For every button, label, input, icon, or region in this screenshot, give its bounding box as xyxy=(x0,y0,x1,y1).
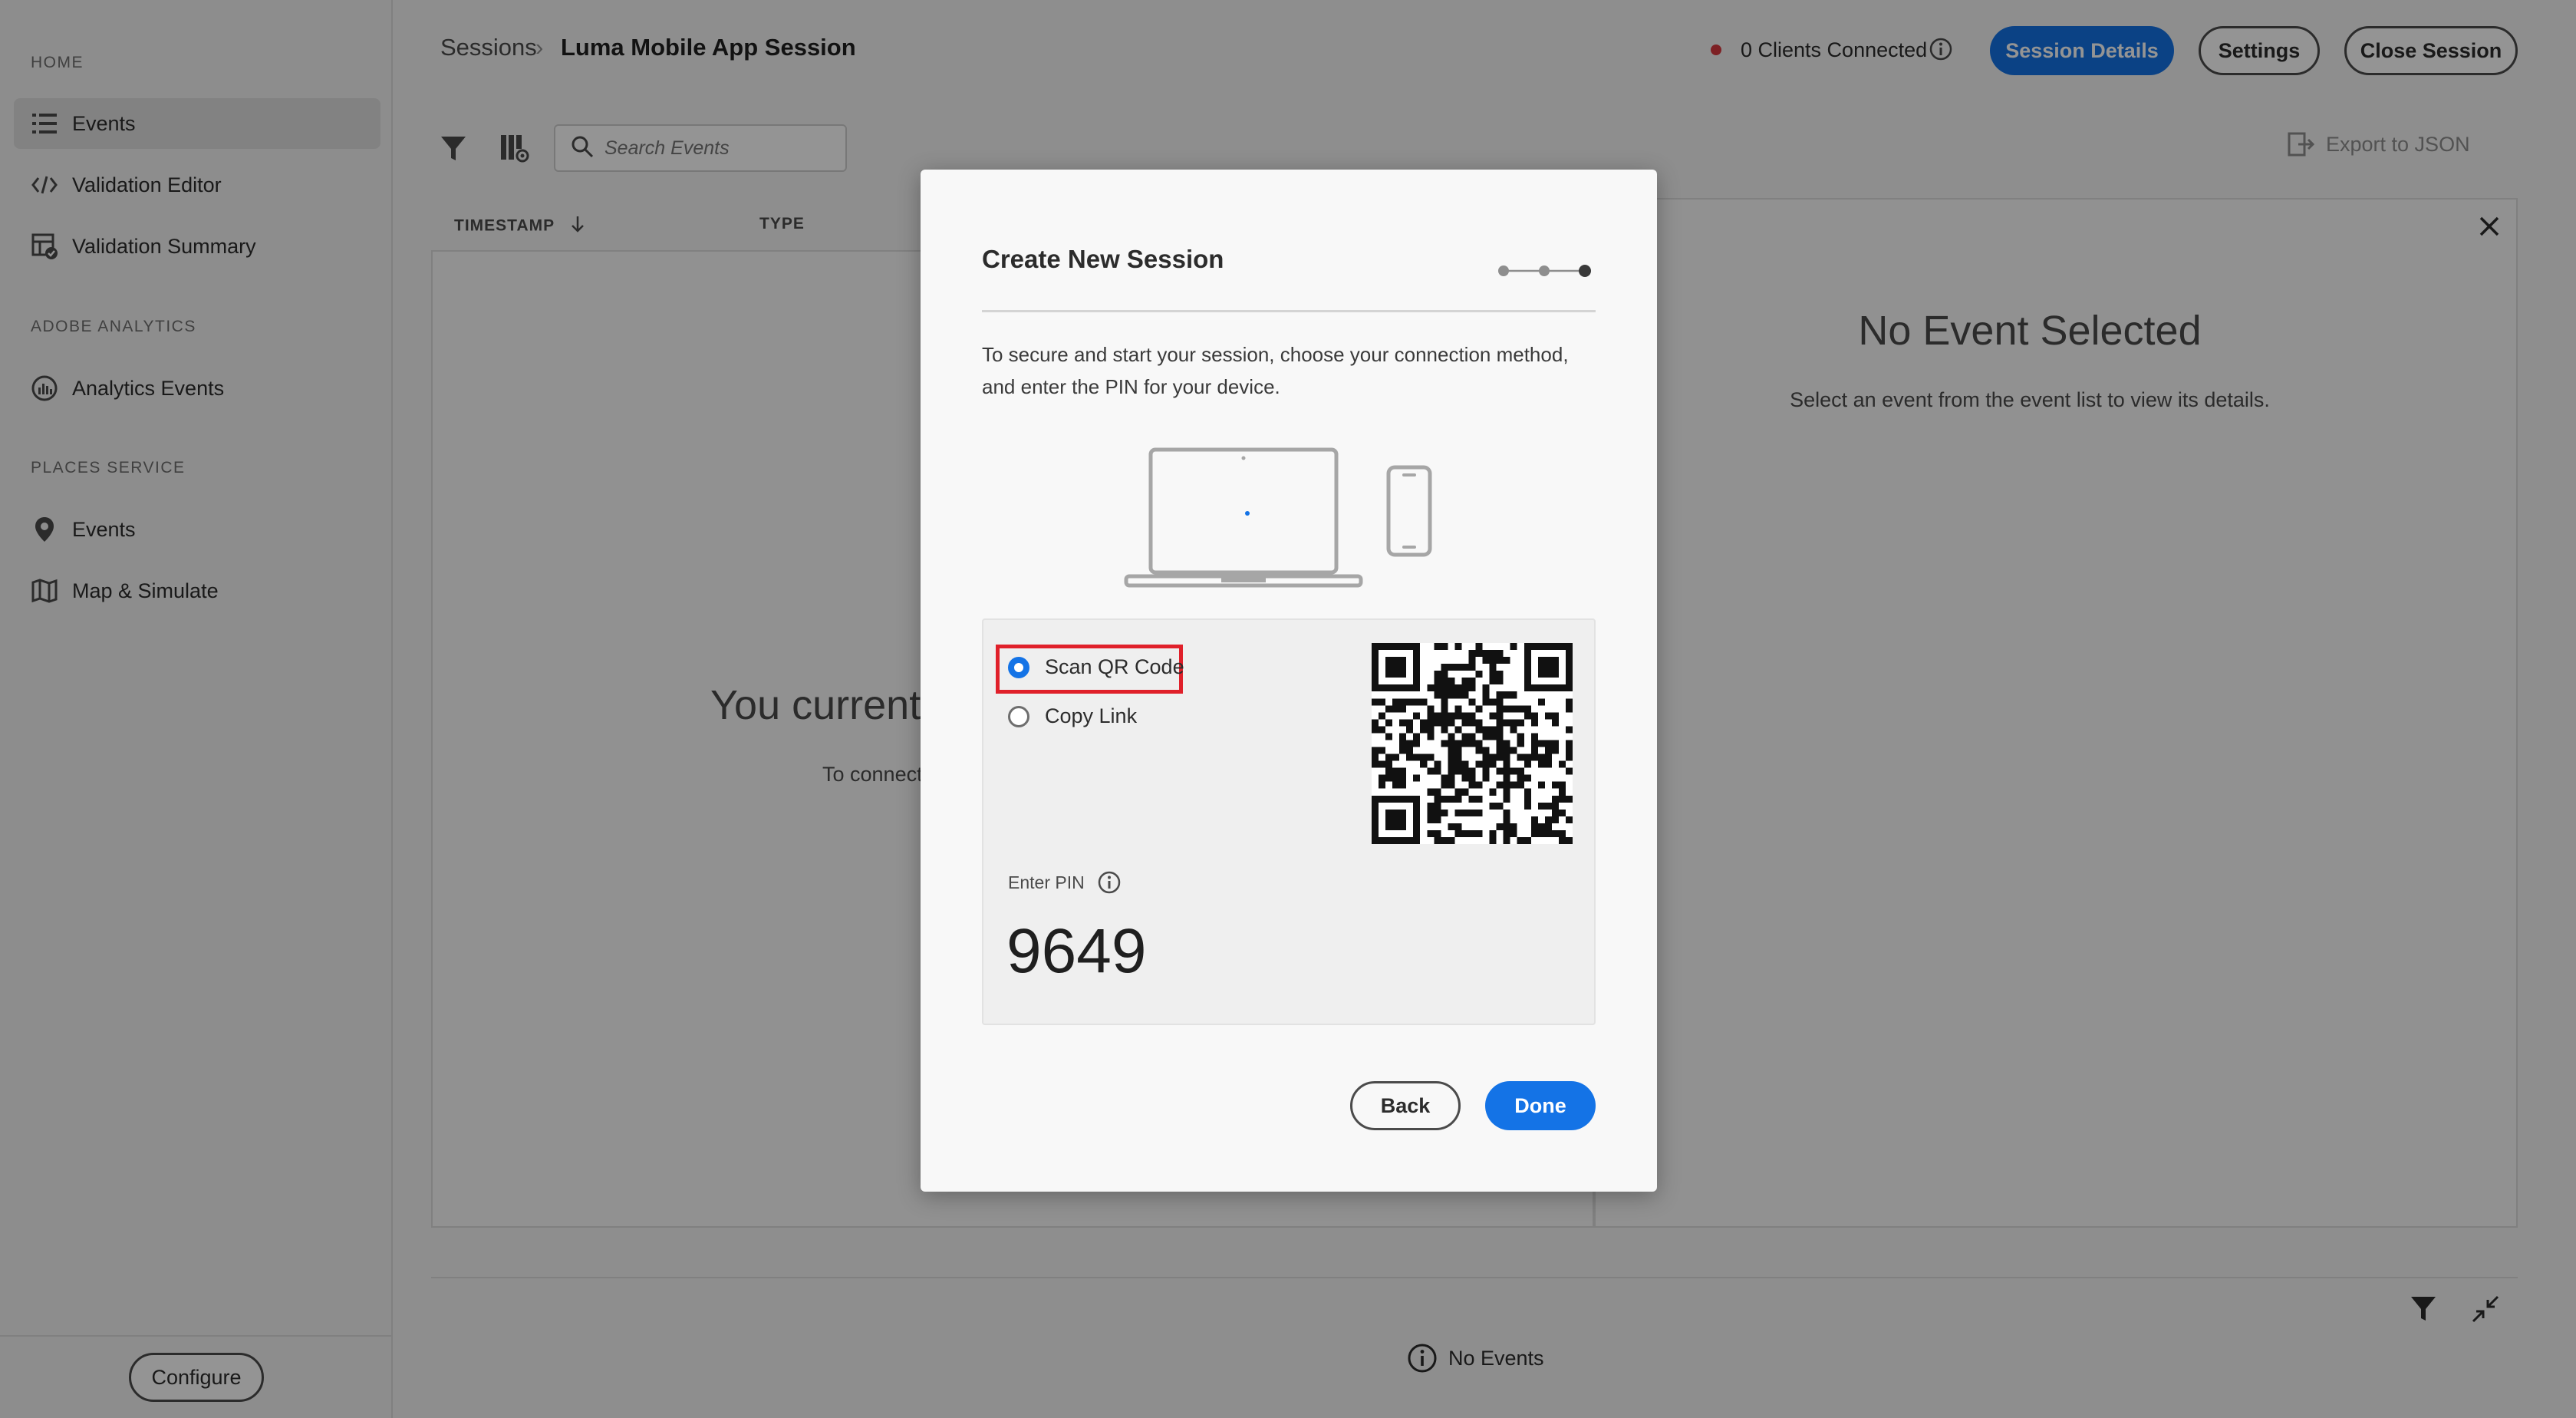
pin-label: Enter PIN xyxy=(1008,870,1122,895)
step-indicator xyxy=(1496,263,1596,279)
info-icon[interactable] xyxy=(1097,870,1122,895)
create-session-dialog: Create New Session To secure and start y… xyxy=(921,170,1657,1192)
laptop-phone-illustration xyxy=(1122,446,1444,599)
radio-copy-link[interactable]: Copy Link xyxy=(1008,704,1137,728)
radio-label: Scan QR Code xyxy=(1045,655,1184,678)
connection-method-box: Scan QR Code Copy Link Enter PIN 9649 xyxy=(982,618,1596,1025)
done-button[interactable]: Done xyxy=(1485,1081,1596,1130)
pin-value: 9649 xyxy=(1006,916,1147,986)
qr-code xyxy=(1372,643,1573,844)
dialog-title: Create New Session xyxy=(982,245,1224,273)
radio-button-unchecked[interactable] xyxy=(1008,705,1029,727)
radio-label: Copy Link xyxy=(1045,704,1138,727)
back-button[interactable]: Back xyxy=(1350,1081,1461,1130)
dialog-divider xyxy=(982,310,1596,312)
qr-code-modules xyxy=(1372,643,1573,844)
dialog-description: To secure and start your session, choose… xyxy=(982,343,1569,398)
radio-button-checked[interactable] xyxy=(1008,656,1029,678)
pin-label-text: Enter PIN xyxy=(1008,872,1085,892)
radio-scan-qr-code[interactable]: Scan QR Code xyxy=(1008,655,1184,679)
